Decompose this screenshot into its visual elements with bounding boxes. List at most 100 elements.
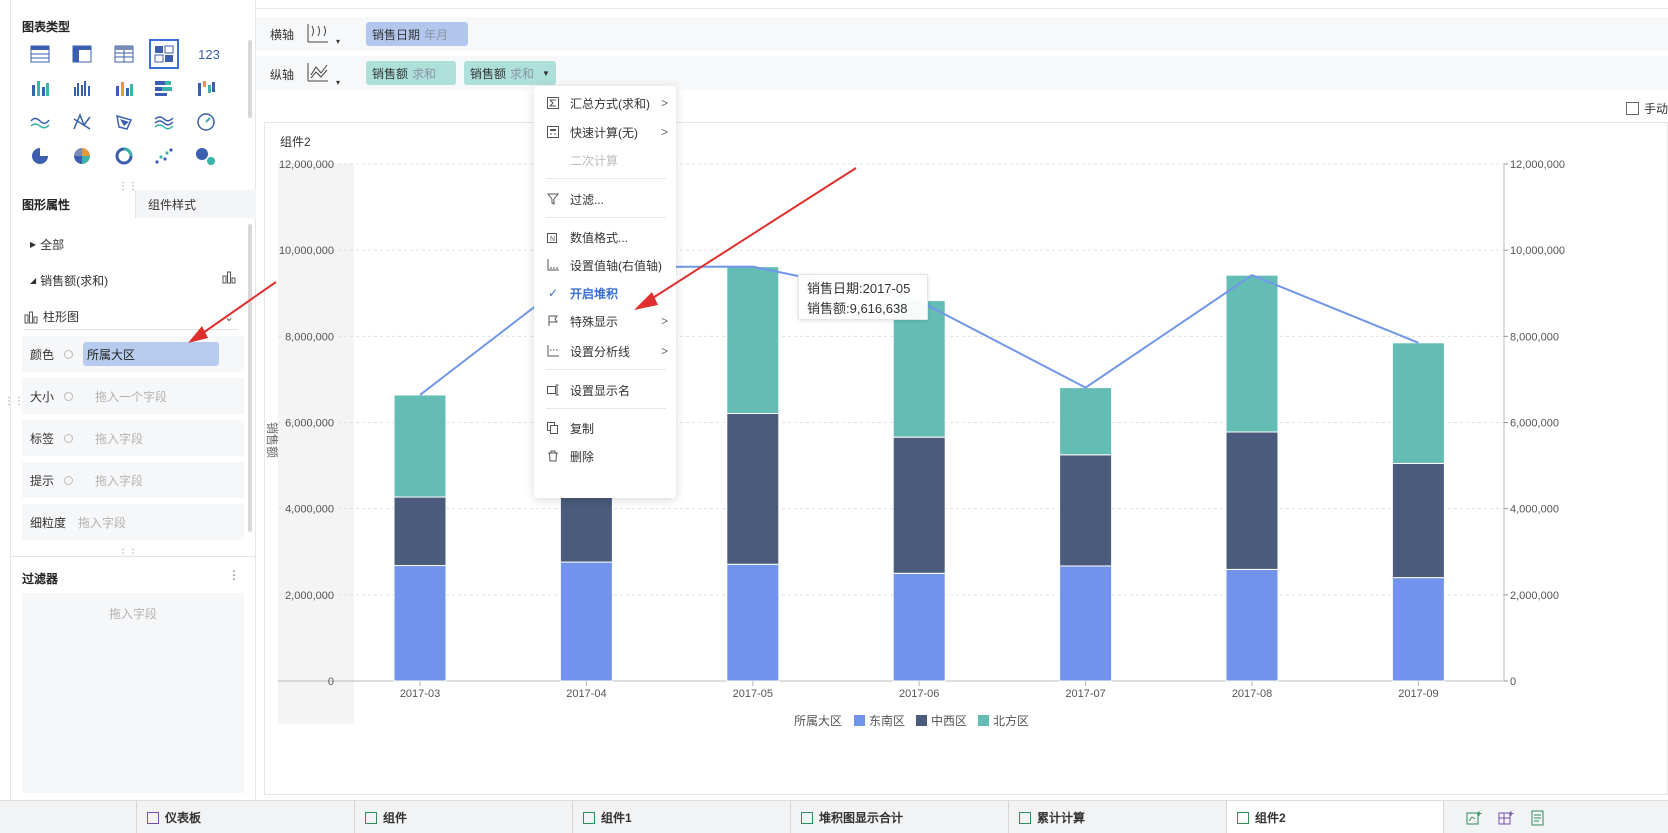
y-axis-pill-2[interactable]: 销售额 求和 ▼ [464, 61, 556, 85]
line-icon[interactable] [28, 110, 52, 134]
tab-shape-props[interactable]: 图形属性 [11, 190, 135, 218]
rename-icon [546, 383, 560, 397]
menu-item-filter[interactable]: 过滤... [534, 186, 676, 212]
tooltip-line-date: 销售日期:2017-05 [807, 281, 911, 296]
menu-item-set-display-name[interactable]: 设置显示名 [534, 377, 676, 403]
multi-column-icon[interactable] [28, 76, 52, 100]
pill-name: 销售额 [470, 66, 507, 81]
y-axis-label: 纵轴 [270, 68, 295, 82]
y-axis-pill-1[interactable]: 销售额 求和 [366, 61, 456, 85]
tab-dashboard[interactable]: 仪表板 [136, 801, 354, 833]
add-report-icon[interactable] [1530, 810, 1546, 829]
color-field-pill[interactable]: 所属大区 [83, 342, 219, 366]
menu-item-copy[interactable]: 复制 [534, 415, 676, 441]
menu-item-set-axis[interactable]: 设置值轴(右值轴) [534, 252, 676, 278]
chart-kind-select[interactable]: 柱形图 ⌄ [24, 304, 238, 330]
props-scrollbar[interactable] [248, 224, 252, 532]
scatter-icon[interactable] [152, 144, 176, 168]
prop-row-tooltip[interactable]: 提示 拖入字段 [22, 462, 244, 498]
tab-component-1[interactable]: 组件1 [572, 801, 790, 833]
legend-label: 东南区 [869, 713, 905, 728]
menu-item-quick-calc[interactable]: 快速计算(无) > [534, 119, 676, 145]
legend-title: 所属大区 [794, 714, 842, 728]
component-icon [1237, 811, 1249, 824]
area-icon[interactable] [152, 110, 176, 134]
menu-item-label: 快速计算(无) [570, 125, 638, 140]
manual-checkbox[interactable] [1626, 102, 1639, 115]
detail-table-icon[interactable] [112, 42, 136, 66]
gauge-icon[interactable] [194, 110, 218, 134]
rose-icon[interactable] [70, 144, 94, 168]
tab-stack-total[interactable]: 堆积图显示合计 [790, 801, 1008, 833]
menu-item-enable-stack[interactable]: ✓ 开启堆积 [534, 280, 676, 306]
more-vertical-icon[interactable]: ⋮ [228, 568, 240, 582]
bar-column-icon[interactable] [112, 76, 136, 100]
tree-item-all[interactable]: ▶ 全部 [30, 236, 64, 253]
x-axis-label: 横轴 [270, 28, 295, 42]
prop-row-label[interactable]: 标签 拖入字段 [22, 420, 244, 456]
x-axis-pill[interactable]: 销售日期 年月 [366, 22, 468, 46]
bubble-icon[interactable] [194, 144, 218, 168]
map-icon[interactable] [112, 110, 136, 134]
menu-item-special-display[interactable]: 特殊显示 > [534, 308, 676, 334]
caret-down-icon[interactable]: ▾ [336, 37, 340, 46]
menu-item-delete[interactable]: 删除 [534, 443, 676, 469]
bottom-tab-bar: 仪表板 组件 组件1 堆积图显示合计 累计计算 组件2 [0, 800, 1668, 833]
y-tick-label-right: 10,000,000 [1510, 245, 1565, 257]
tab-label: 累计计算 [1037, 811, 1086, 825]
ring-icon[interactable] [112, 144, 136, 168]
sigma-icon [546, 96, 560, 110]
help-icon[interactable] [64, 433, 73, 443]
tab-component-style[interactable]: 组件样式 [135, 190, 256, 218]
add-component-icon[interactable] [1466, 810, 1482, 829]
cross-table-icon[interactable] [70, 42, 94, 66]
filter-drop-zone[interactable]: 拖入字段 [22, 593, 244, 793]
bar-segment [1225, 274, 1279, 433]
filter-title: 过滤器 [22, 572, 59, 586]
prop-row-size[interactable]: 大小 拖入一个字段 [22, 378, 244, 414]
pill-name: 销售日期 [372, 27, 421, 42]
help-icon[interactable] [64, 475, 73, 485]
empty-icon [546, 153, 560, 167]
menu-item-label: 设置值轴(右值轴) [570, 258, 662, 273]
number-icon[interactable]: 123 [194, 42, 224, 66]
combined-table-icon[interactable] [149, 39, 179, 69]
chart-type-scrollbar[interactable] [248, 40, 252, 118]
caret-down-icon[interactable]: ▾ [336, 78, 340, 87]
tree-item-measure[interactable]: ◢ 销售额(求和) [30, 272, 108, 289]
y-tick-label-right: 4,000,000 [1510, 504, 1559, 516]
help-icon[interactable] [64, 349, 73, 359]
pill-dropdown-icon[interactable]: ▼ [542, 69, 550, 78]
axis-icon [546, 258, 560, 272]
manual-checkbox-wrap[interactable]: 手动 [1626, 100, 1668, 117]
radar-icon[interactable] [70, 110, 94, 134]
add-dashboard-icon[interactable] [1498, 810, 1514, 829]
chart-type-title: 图表类型 [22, 20, 71, 34]
tab-component[interactable]: 组件 [354, 801, 572, 833]
pie-icon[interactable] [28, 144, 52, 168]
tab-cumulative[interactable]: 累计计算 [1008, 801, 1226, 833]
tab-label: 组件2 [1255, 811, 1286, 825]
side-drag-handle-icon[interactable]: ⋮⋮ [4, 396, 24, 407]
prop-row-granularity[interactable]: 细粒度 拖入字段 [22, 504, 244, 540]
menu-item-summary[interactable]: 汇总方式(求和) > [534, 90, 676, 116]
filter-placeholder: 拖入字段 [108, 607, 157, 621]
grouped-column-icon[interactable] [70, 76, 94, 100]
chevron-down-icon: ⌄ [223, 309, 234, 324]
help-icon[interactable] [64, 391, 73, 401]
chart-tooltip: 销售日期:2017-05 销售额:9,616,638 [798, 274, 928, 320]
bar-chart-icon[interactable] [222, 270, 236, 287]
waterfall-icon[interactable] [194, 76, 218, 100]
tab-component-2[interactable]: 组件2 [1226, 801, 1444, 833]
table-icon[interactable] [28, 42, 52, 66]
analysis-line-icon [546, 344, 560, 358]
bar-segment [892, 436, 946, 574]
resize-handle-icon[interactable]: ⋮⋮ [118, 548, 138, 559]
tab-label: 组件 [383, 811, 408, 825]
menu-item-number-format[interactable]: N 数值格式... [534, 224, 676, 250]
x-axis-type-icon[interactable] [306, 22, 330, 47]
stacked-bar-icon[interactable] [152, 76, 176, 100]
bar-segment [726, 266, 780, 414]
y-axis-type-icon[interactable] [306, 61, 330, 86]
menu-item-analysis-line[interactable]: 设置分析线 > [534, 338, 676, 364]
